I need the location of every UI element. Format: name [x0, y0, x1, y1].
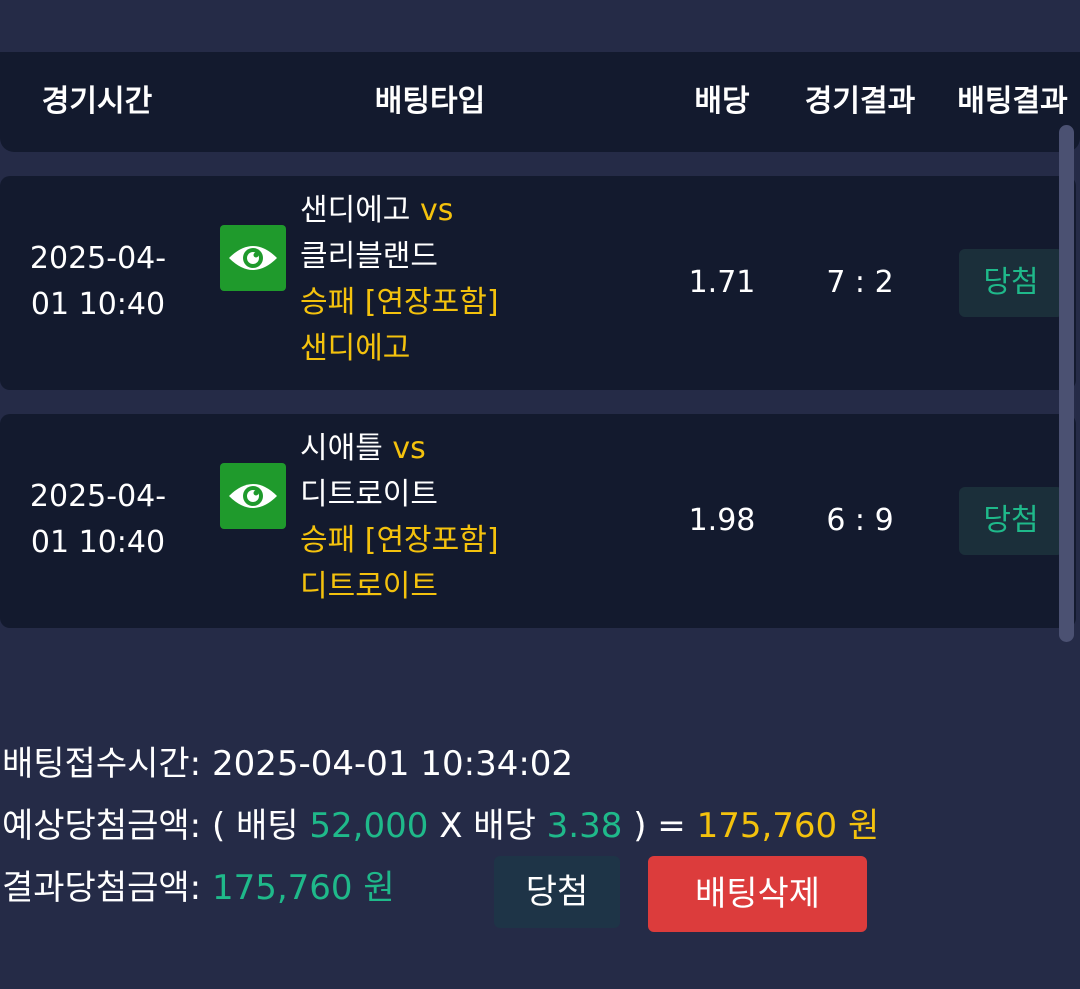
- expected-amount-label: 예상당첨금액:: [2, 806, 202, 846]
- header-game-result: 경기결과: [804, 84, 916, 119]
- home-team: 시애틀: [300, 431, 383, 466]
- times-odds-label: X 배당: [439, 806, 536, 846]
- table-row: 2025-04- 01 10:40 샌디에고 vs 클리블랜드 승패 [연장포함…: [0, 176, 1076, 390]
- received-time-label: 배팅접수시간:: [2, 744, 202, 784]
- match-time-line2: 01 10:40: [30, 287, 166, 322]
- table-row: 2025-04- 01 10:40 시애틀 vs 디트로이트 승패 [연장포함]…: [0, 414, 1076, 628]
- status-button[interactable]: 당첨: [494, 856, 620, 928]
- market-type: 승패 [연장포함]: [300, 523, 499, 558]
- header-time: 경기시간: [41, 84, 153, 119]
- bet-type: 시애틀 vs 디트로이트 승패 [연장포함] 디트로이트: [300, 426, 660, 610]
- received-time-line: 배팅접수시간: 2025-04-01 10:34:02: [2, 741, 573, 787]
- result-amount: 175,760 원: [211, 868, 395, 908]
- result-badge: 당첨: [959, 487, 1063, 555]
- picked-team: 샌디에고: [300, 331, 411, 366]
- game-score: 6 : 9: [826, 503, 894, 538]
- result-badge: 당첨: [959, 249, 1063, 317]
- eye-icon: [229, 484, 277, 508]
- picked-team: 디트로이트: [300, 569, 438, 604]
- match-time: 2025-04- 01 10:40: [10, 474, 186, 566]
- odds-value: 1.98: [688, 503, 756, 538]
- match-time-line2: 01 10:40: [30, 525, 166, 560]
- home-team: 샌디에고: [300, 193, 411, 228]
- expected-close: ) =: [633, 806, 686, 846]
- expected-amount-line: 예상당첨금액: ( 배팅 52,000 X 배당 3.38 ) = 175,76…: [2, 803, 879, 849]
- header-odds: 배당: [694, 84, 750, 119]
- view-button[interactable]: [220, 463, 286, 529]
- vs-label: vs: [392, 431, 426, 466]
- bet-amount: 52,000: [309, 806, 429, 846]
- scrollbar[interactable]: [1059, 125, 1074, 642]
- received-time-value: 2025-04-01 10:34:02: [211, 744, 574, 784]
- match-time: 2025-04- 01 10:40: [10, 236, 186, 328]
- header-bet-type: 배팅타입: [374, 84, 486, 119]
- bet-type: 샌디에고 vs 클리블랜드 승패 [연장포함] 샌디에고: [300, 188, 660, 372]
- table-header: 경기시간 배팅타입 배당 경기결과 배팅결과: [0, 52, 1080, 152]
- view-button[interactable]: [220, 225, 286, 291]
- total-odds: 3.38: [546, 806, 623, 846]
- result-amount-label: 결과당첨금액:: [2, 868, 202, 908]
- expected-open: ( 배팅: [211, 806, 299, 846]
- away-team: 디트로이트: [300, 477, 438, 512]
- eye-icon: [229, 246, 277, 270]
- game-score: 7 : 2: [826, 265, 894, 300]
- expected-amount: 175,760 원: [696, 806, 880, 846]
- result-amount-line: 결과당첨금액: 175,760 원: [2, 865, 395, 911]
- delete-bet-button[interactable]: 배팅삭제: [648, 856, 867, 932]
- away-team: 클리블랜드: [300, 239, 438, 274]
- market-type: 승패 [연장포함]: [300, 285, 499, 320]
- match-time-line1: 2025-04-: [29, 241, 167, 276]
- vs-label: vs: [419, 193, 454, 228]
- match-time-line1: 2025-04-: [29, 479, 167, 514]
- odds-value: 1.71: [688, 265, 756, 300]
